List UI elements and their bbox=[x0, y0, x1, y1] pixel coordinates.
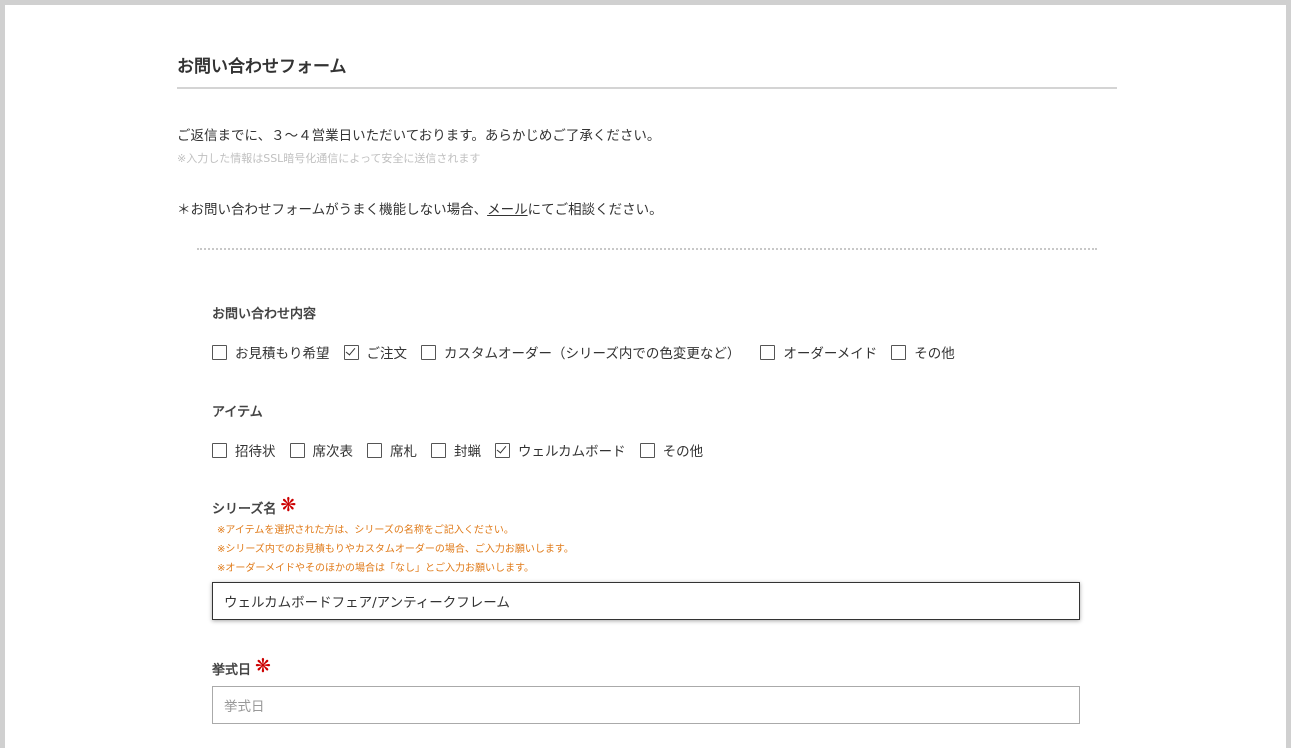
checkbox[interactable] bbox=[421, 344, 436, 360]
ceremony-date-label-text: 挙式日 bbox=[212, 663, 252, 678]
dotted-divider bbox=[197, 248, 1097, 250]
option-label: 席札 bbox=[390, 444, 417, 460]
item-option-welcome-board[interactable]: ウェルカムボード bbox=[495, 440, 626, 460]
option-label: その他 bbox=[662, 444, 704, 460]
inquiry-option-order[interactable]: ご注文 bbox=[343, 342, 408, 362]
item-option-wax-seal[interactable]: 封蝋 bbox=[431, 440, 481, 460]
checkbox[interactable] bbox=[367, 442, 382, 458]
option-label: オーダーメイド bbox=[783, 346, 878, 362]
option-label: 席次表 bbox=[312, 444, 354, 460]
checkbox[interactable] bbox=[760, 344, 776, 360]
series-note: ※アイテムを選択された方は、シリーズの名称をご記入ください。 bbox=[217, 525, 514, 536]
mail-link[interactable]: メール bbox=[487, 202, 528, 218]
contact-suffix: にてご相談ください。 bbox=[527, 202, 663, 218]
option-label: ご注文 bbox=[366, 346, 408, 362]
series-label-text: シリーズ名 bbox=[212, 502, 277, 517]
series-name-input[interactable]: ウェルカムボードフェア/アンティークフレーム bbox=[212, 582, 1080, 620]
option-label: その他 bbox=[914, 346, 955, 362]
inquiry-option-estimate[interactable]: お見積もり希望 bbox=[212, 342, 330, 362]
checkbox-checked[interactable] bbox=[343, 344, 359, 360]
item-option-other[interactable]: その他 bbox=[639, 440, 704, 460]
checkbox[interactable] bbox=[289, 442, 305, 458]
inquiry-label: お問い合わせ内容 bbox=[212, 307, 317, 322]
checkbox[interactable] bbox=[212, 442, 227, 458]
checkbox[interactable] bbox=[639, 442, 655, 458]
item-option-place-card[interactable]: 席札 bbox=[367, 440, 417, 460]
contact-prefix: ＊お問い合わせフォームがうまく機能しない場合、 bbox=[177, 202, 488, 218]
option-label: 招待状 bbox=[235, 444, 276, 460]
required-asterisk-icon: ❋ bbox=[280, 494, 297, 516]
inquiry-option-made-to-order[interactable]: オーダーメイド bbox=[760, 342, 877, 362]
ceremony-date-label: 挙式日 ❋ bbox=[212, 655, 271, 679]
ceremony-date-input[interactable]: 挙式日 bbox=[212, 686, 1080, 724]
inquiry-option-other[interactable]: その他 bbox=[891, 342, 955, 362]
item-label: アイテム bbox=[212, 405, 263, 420]
option-label: 封蝋 bbox=[454, 444, 481, 460]
series-note: ※シリーズ内でのお見積もりやカスタムオーダーの場合、ご入力お願いします。 bbox=[217, 544, 574, 555]
item-options: 招待状 席次表 席札 封蝋 ウェルカムボード その他 bbox=[212, 440, 717, 460]
checkbox[interactable] bbox=[431, 442, 446, 458]
checkbox[interactable] bbox=[891, 344, 907, 360]
series-note: ※オーダーメイドやそのほかの場合は「なし」とご入力お願いします。 bbox=[217, 563, 534, 574]
required-asterisk-icon: ❋ bbox=[255, 655, 271, 677]
page-title: お問い合わせフォーム bbox=[177, 52, 1117, 89]
option-label: お見積もり希望 bbox=[235, 346, 330, 362]
series-label: シリーズ名 ❋ bbox=[212, 494, 297, 518]
series-notes: ※アイテムを選択された方は、シリーズの名称をご記入ください。 ※シリーズ内でのお… bbox=[217, 521, 574, 578]
form-page: お問い合わせフォーム ご返信までに、３～４営業日いただいております。あらかじめご… bbox=[5, 5, 1286, 748]
option-label: カスタムオーダー（シリーズ内での色変更など） bbox=[444, 346, 741, 362]
ssl-note: ※入力した情報はSSL暗号化通信によって安全に送信されます bbox=[177, 152, 481, 165]
option-label: ウェルカムボード bbox=[518, 444, 626, 460]
checkbox-checked[interactable] bbox=[495, 442, 510, 458]
inquiry-options: お見積もり希望 ご注文 カスタムオーダー（シリーズ内での色変更など） オーダーメ… bbox=[212, 342, 969, 362]
contact-notice: ＊お問い合わせフォームがうまく機能しない場合、メールにてご相談ください。 bbox=[177, 198, 663, 218]
reply-notice: ご返信までに、３～４営業日いただいております。あらかじめご了承ください。 bbox=[177, 128, 661, 144]
inquiry-option-custom[interactable]: カスタムオーダー（シリーズ内での色変更など） bbox=[421, 342, 740, 362]
item-option-seating-chart[interactable]: 席次表 bbox=[289, 440, 354, 460]
checkbox[interactable] bbox=[212, 344, 227, 360]
item-option-invitation[interactable]: 招待状 bbox=[212, 440, 276, 460]
